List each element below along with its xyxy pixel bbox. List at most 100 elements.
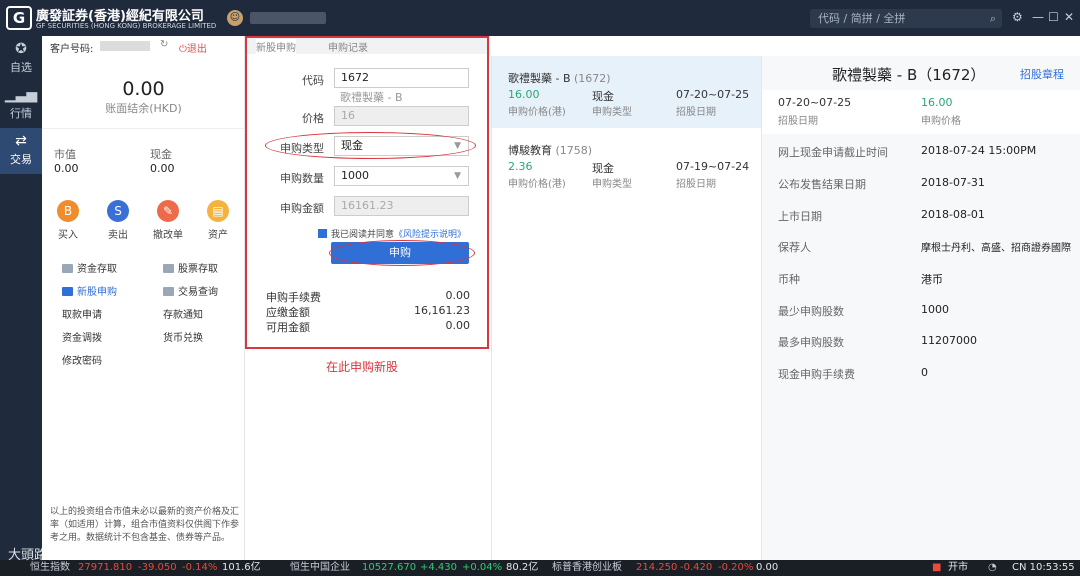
detail-row-label: 网上现金申请截止时间 (778, 146, 888, 159)
blurred-client-number (100, 41, 150, 51)
ipo-icon (62, 287, 73, 296)
ipo-list: 歌禮製藥 - B (1672) 16.00 现金 07-20~07-25 申购价… (491, 56, 762, 560)
prospectus-link[interactable]: 招股章程 (1020, 66, 1064, 82)
stock-search-input[interactable]: 代码 / 简拼 / 全拼 ⌕ (810, 9, 1002, 28)
nav-quotes[interactable]: ▁▃▅ 行情 (0, 82, 42, 128)
annotation-caption: 在此申购新股 (326, 360, 399, 374)
annotation-box (245, 36, 489, 349)
wallet-icon: ▤ (207, 200, 229, 222)
query-icon (163, 287, 174, 296)
ipo-price: 16.00 (508, 88, 540, 101)
menu-stock-transfer[interactable]: 股票存取 (163, 260, 218, 275)
minimize-icon[interactable]: — (1032, 10, 1044, 24)
detail-row-value: 2018-07-31 (921, 176, 985, 189)
modify-order-label: 撤改单 (153, 230, 183, 241)
ticker-hsi-change: -39.050 (138, 562, 177, 573)
ticker-hsi-pct: -0.14% (182, 562, 218, 573)
user-avatar-icon[interactable]: ☺ (227, 10, 243, 26)
menu-change-password[interactable]: 修改密码 (62, 352, 102, 367)
cash-label: 现金 (150, 148, 172, 161)
sell-icon: S (107, 200, 129, 222)
portfolio-disclaimer: 以上的投资组合市值未必以最新的资产价格及汇率（如适用）计算，组合市值资料仅供阁下… (50, 507, 240, 543)
ticker-gem-value: 214.250 (636, 562, 678, 573)
client-number-label: 客户号码: (50, 44, 94, 55)
menu-withdraw[interactable]: 取款申请 (62, 306, 102, 321)
menu-label: 资金调拨 (62, 333, 102, 344)
detail-dates: 07-20~07-25 (778, 96, 852, 109)
nav-label: 自选 (10, 61, 32, 74)
detail-price: 16.00 (921, 96, 953, 109)
ipo-card[interactable]: 博駿教育 (1758) 2.36 现金 07-19~07-24 申购价格(港) … (492, 128, 762, 200)
menu-deposit-notice[interactable]: 存款通知 (163, 306, 203, 321)
title-bar: G 廣發証券(香港)經紀有限公司 GF SECURITIES (HONG KON… (0, 0, 1080, 36)
detail-title: 歌禮製藥 - B（1672） (832, 66, 986, 84)
menu-trade-query[interactable]: 交易查询 (163, 283, 218, 298)
close-icon[interactable]: ✕ (1064, 10, 1074, 24)
logout-button[interactable]: ⏻退出 (179, 40, 207, 55)
ipo-price-label: 申购价格(港) (508, 179, 566, 190)
detail-row-label: 公布发售结果日期 (778, 178, 866, 191)
market-value: 0.00 (54, 162, 79, 175)
sell-button[interactable]: S 卖出 (98, 200, 138, 241)
nav-trade[interactable]: ⇄ 交易 (0, 128, 42, 174)
maximize-icon[interactable]: ☐ (1048, 10, 1059, 24)
gear-icon[interactable]: ⚙ (1012, 10, 1023, 24)
ticker-hsi-volume: 101.6亿 (222, 562, 261, 573)
ipo-date-label: 招股日期 (676, 107, 716, 118)
cash-value: 0.00 (150, 162, 175, 175)
market-status: 开市 (948, 562, 968, 573)
clock: CN 10:53:55 (1012, 562, 1075, 573)
search-icon[interactable]: ⌕ (990, 9, 996, 28)
edit-icon: ✎ (157, 200, 179, 222)
ipo-dates: 07-19~07-24 (676, 160, 750, 173)
detail-row-label: 保荐人 (778, 241, 811, 254)
ipo-name-text: 博駿教育 (508, 144, 552, 157)
menu-label: 交易查询 (178, 287, 218, 298)
ticker-gem-change: -0.420 (680, 562, 713, 573)
detail-price-label: 申购价格 (921, 116, 961, 127)
ipo-name: 博駿教育 (1758) (508, 142, 592, 158)
detail-row-label: 币种 (778, 273, 800, 286)
nav-label: 行情 (10, 107, 32, 120)
assets-button[interactable]: ▤ 资产 (198, 200, 238, 241)
detail-dates-label: 招股日期 (778, 116, 818, 127)
menu-currency-exchange[interactable]: 货币兑换 (163, 329, 203, 344)
detail-row-value: 0 (921, 366, 928, 379)
market-ticker: 恒生指数 27971.810 -39.050 -0.14% 101.6亿 恒生中… (0, 560, 1080, 576)
cash-balance-value: 0.00 (122, 78, 165, 100)
ticker-gem-name: 标普香港创业板 (552, 562, 622, 573)
ipo-price-label: 申购价格(港) (508, 107, 566, 118)
ipo-type: 现金 (592, 162, 614, 175)
detail-row-label: 最少申购股数 (778, 305, 844, 318)
detail-row-value: 摩根士丹利、高盛、招商證券國際 (921, 243, 1071, 254)
ipo-type: 现金 (592, 90, 614, 103)
ipo-type-label: 申购类型 (592, 107, 632, 118)
star-icon: ✪ (15, 41, 27, 57)
sell-label: 卖出 (108, 230, 128, 241)
ipo-card[interactable]: 歌禮製藥 - B (1672) 16.00 现金 07-20~07-25 申购价… (492, 56, 762, 128)
assets-label: 资产 (208, 230, 228, 241)
ticker-hscei-change: +4.430 (420, 562, 458, 573)
company-name-en: GF SECURITIES (HONG KONG) BROKERAGE LIMI… (36, 22, 217, 30)
menu-label: 存款通知 (163, 310, 203, 321)
refresh-icon[interactable]: ↻ (160, 39, 168, 50)
market-flag-icon: ■ (932, 562, 942, 573)
nav-watchlist[interactable]: ✪ 自选 (0, 36, 42, 82)
search-placeholder: 代码 / 简拼 / 全拼 (818, 12, 906, 25)
menu-fund-transfer[interactable]: 资金存取 (62, 260, 117, 275)
menu-ipo-subscribe[interactable]: 新股申购 (62, 283, 117, 298)
modify-order-button[interactable]: ✎ 撤改单 (148, 200, 188, 241)
account-panel: 客户号码: ↻ ⏻退出 0.00 账面结余(HKD) 市值 0.00 现金 0.… (42, 36, 245, 560)
market-value-label: 市值 (54, 148, 76, 161)
main-nav: ✪ 自选 ▁▃▅ 行情 ⇄ 交易 (0, 36, 42, 560)
ticker-gem-volume: 0.00 (756, 562, 779, 573)
ipo-dates: 07-20~07-25 (676, 88, 750, 101)
menu-label: 股票存取 (178, 264, 218, 275)
menu-fund-allocation[interactable]: 资金调拨 (62, 329, 102, 344)
menu-label: 货币兑换 (163, 333, 203, 344)
buy-button[interactable]: B 买入 (48, 200, 88, 241)
ipo-name-text: 歌禮製藥 - B (508, 72, 571, 85)
gf-logo: G (6, 6, 32, 30)
ticker-hscei-pct: +0.04% (462, 562, 503, 573)
nav-label: 交易 (10, 153, 32, 166)
